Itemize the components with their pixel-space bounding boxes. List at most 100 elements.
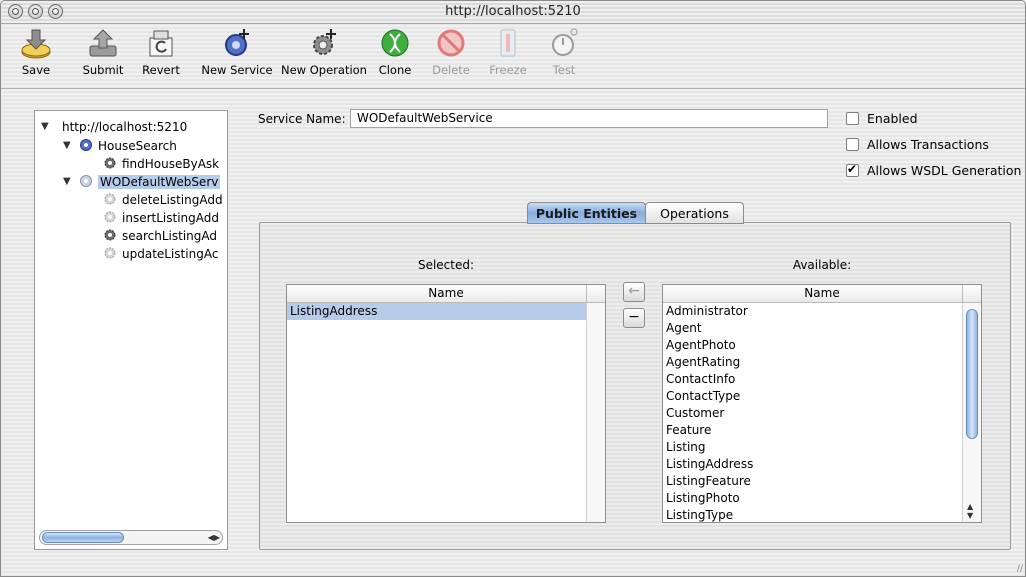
table-row[interactable]: ContactType <box>663 388 963 405</box>
expand-triangle-icon[interactable]: ▼ <box>63 137 71 155</box>
save-button[interactable]: Save <box>12 26 60 77</box>
add-entity-button[interactable]: ← <box>623 282 645 302</box>
operation-gear-icon <box>104 211 116 223</box>
new-operation-button[interactable]: New Operation <box>280 26 368 77</box>
column-header-label: Name <box>804 286 840 300</box>
column-header-label: Name <box>428 286 464 300</box>
new-operation-label: New Operation <box>281 63 367 77</box>
available-title: Available: <box>792 258 852 272</box>
enabled-label: Enabled <box>867 111 918 126</box>
submit-button[interactable]: Submit <box>73 26 133 77</box>
horizontal-scrollbar[interactable]: ◀▶ <box>39 530 223 545</box>
table-row[interactable]: AgentRating <box>663 354 963 371</box>
new-service-button[interactable]: New Service <box>201 26 273 77</box>
service-tree[interactable]: ▼ http://localhost:5210 ▼ HouseSearch fi… <box>34 110 228 550</box>
tree-item-label: updateListingAc <box>122 247 219 261</box>
revert-icon <box>149 30 173 57</box>
freeze-button[interactable]: Freeze <box>484 26 532 77</box>
save-icon <box>21 29 51 59</box>
service-icon <box>80 139 92 151</box>
toolbar: Save Submit Revert New Service New Opera… <box>1 24 1025 89</box>
table-row[interactable]: Customer <box>663 405 963 422</box>
operation-gear-icon <box>104 157 116 169</box>
app-window: http://localhost:5210 Save Submit Revert… <box>0 0 1026 577</box>
operation-gear-icon <box>104 193 116 205</box>
tree-item-searchlistingaddress[interactable]: searchListingAd <box>103 227 217 245</box>
scroll-arrows-icon[interactable]: ▲ ▼ <box>967 502 973 520</box>
revert-button[interactable]: Revert <box>134 26 188 77</box>
table-row[interactable]: ListingPhoto <box>663 490 963 507</box>
allows-wsdl-label: Allows WSDL Generation <box>867 163 1022 178</box>
tree-root-label: http://localhost:5210 <box>62 120 188 134</box>
checkbox-box[interactable] <box>846 138 859 151</box>
service-icon <box>80 175 92 187</box>
tree-root[interactable]: ▼ http://localhost:5210 <box>41 118 187 136</box>
expand-triangle-icon[interactable]: ▼ <box>41 118 49 136</box>
operation-gear-icon <box>104 247 116 259</box>
freeze-icon <box>500 29 516 57</box>
checkmark-icon[interactable] <box>846 162 859 177</box>
table-row[interactable]: ContactInfo <box>663 371 963 388</box>
service-name-field[interactable]: WODefaultWebService <box>350 109 828 128</box>
new-service-label: New Service <box>201 63 273 77</box>
delete-button[interactable]: Delete <box>427 26 475 77</box>
tree-item-updatelistingaddress[interactable]: updateListingAc <box>103 245 218 263</box>
table-row[interactable]: ListingAddress <box>663 456 963 473</box>
tree-item-insertlistingaddress[interactable]: insertListingAdd <box>103 209 219 227</box>
tree-item-wodefaultwebservice[interactable]: ▼ WODefaultWebServ <box>63 173 221 191</box>
allows-transactions-checkbox[interactable]: Allows Transactions <box>846 137 989 152</box>
operation-gear-icon <box>104 229 116 241</box>
tab-operations[interactable]: Operations <box>645 202 744 224</box>
selected-title: Selected: <box>417 258 475 272</box>
resize-grip-icon[interactable]: ∕∕ <box>1017 564 1023 574</box>
left-arrow-icon: ← <box>628 283 640 299</box>
header-corner <box>962 285 981 302</box>
submit-label: Submit <box>82 63 124 77</box>
table-row[interactable]: Agent <box>663 320 963 337</box>
tree-item-housesearch[interactable]: ▼ HouseSearch <box>63 137 177 155</box>
test-label: Test <box>552 63 576 77</box>
submit-icon <box>89 29 117 57</box>
selected-column-header[interactable]: Name <box>287 285 605 303</box>
table-row[interactable]: Feature <box>663 422 963 439</box>
service-name-label: Service Name: <box>258 112 346 126</box>
save-label: Save <box>21 63 51 77</box>
enabled-checkbox[interactable]: Enabled <box>846 111 918 126</box>
clone-label: Clone <box>378 63 412 77</box>
header-corner <box>586 285 605 302</box>
window-title: http://localhost:5210 <box>445 4 581 19</box>
table-row[interactable]: ListingType <box>663 507 963 522</box>
scroll-thumb[interactable] <box>966 309 978 439</box>
clone-icon <box>381 29 409 57</box>
new-service-icon <box>225 29 249 56</box>
table-row[interactable]: Administrator <box>663 303 963 320</box>
clone-button[interactable]: Clone <box>373 26 417 77</box>
tab-public-entities[interactable]: Public Entities <box>527 202 646 224</box>
scroll-thumb[interactable] <box>42 532 124 543</box>
expand-triangle-icon[interactable]: ▼ <box>63 173 71 191</box>
allows-wsdl-checkbox[interactable]: Allows WSDL Generation <box>846 162 1022 178</box>
scroll-arrows-icon[interactable]: ◀▶ <box>208 531 220 544</box>
freeze-label: Freeze <box>489 63 527 77</box>
vertical-scrollbar[interactable]: ▲ ▼ <box>962 303 981 522</box>
tree-item-findhousebyask[interactable]: findHouseByAsk <box>103 155 219 173</box>
available-table[interactable]: Name Administrator Agent AgentPhoto Agen… <box>662 284 982 523</box>
checkbox-box[interactable] <box>846 112 859 125</box>
delete-icon <box>437 29 465 57</box>
table-row[interactable]: Listing <box>663 439 963 456</box>
table-row[interactable]: ListingAddress <box>287 303 587 320</box>
table-row[interactable]: AgentPhoto <box>663 337 963 354</box>
vertical-scrollbar[interactable] <box>586 303 605 522</box>
tree-item-label: searchListingAd <box>122 229 218 243</box>
title-bar: http://localhost:5210 <box>1 1 1025 24</box>
tree-item-label: findHouseByAsk <box>122 157 220 171</box>
table-row[interactable]: ListingFeature <box>663 473 963 490</box>
tree-item-label: deleteListingAdd <box>122 193 223 207</box>
tree-item-label: HouseSearch <box>98 139 177 153</box>
test-button[interactable]: Test <box>541 26 587 77</box>
tree-item-deletelistingaddress[interactable]: deleteListingAdd <box>103 191 223 209</box>
remove-entity-button[interactable]: − <box>623 308 645 328</box>
available-column-header[interactable]: Name <box>663 285 981 303</box>
minus-icon: − <box>628 309 640 325</box>
selected-table[interactable]: Name ListingAddress <box>286 284 606 523</box>
